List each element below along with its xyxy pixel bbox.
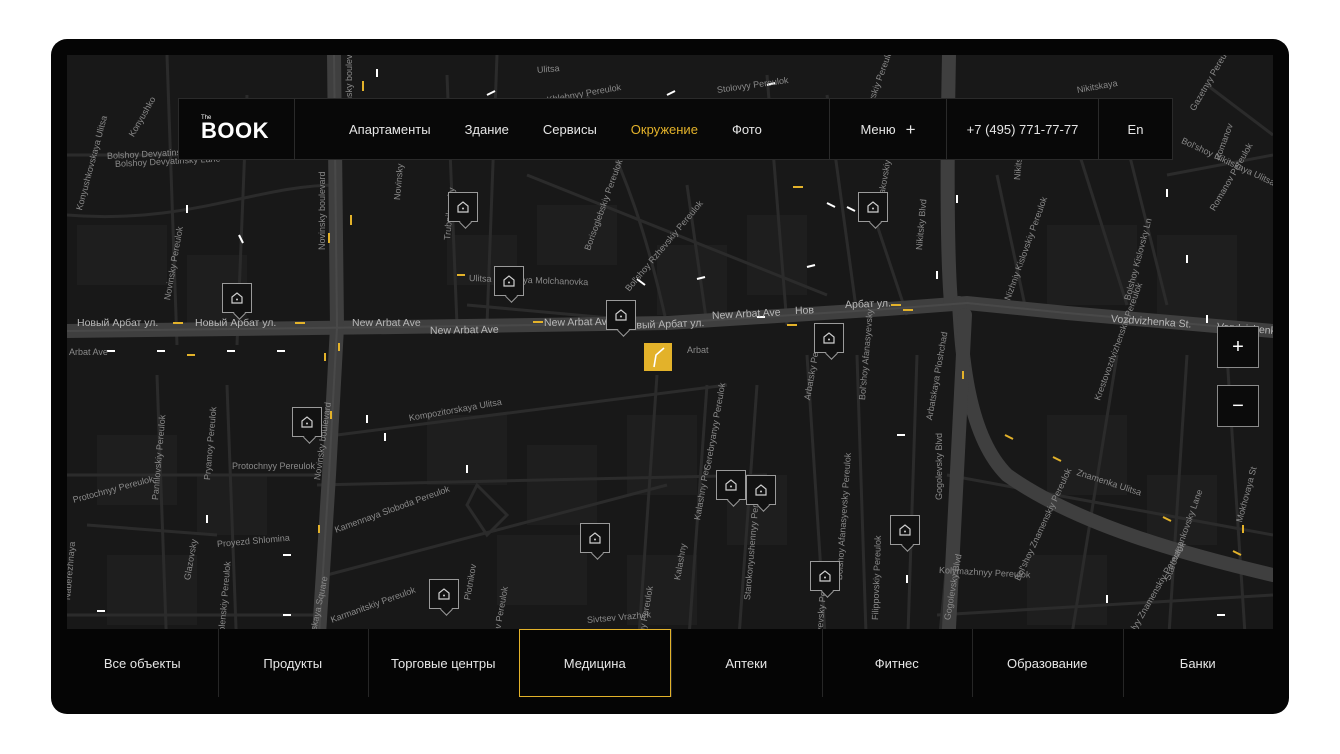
poi-marker[interactable] [222, 283, 252, 313]
tab-shopping-centers[interactable]: Торговые центры [368, 629, 519, 697]
house-icon [725, 479, 737, 491]
nav-apartments[interactable]: Апартаменты [349, 122, 431, 137]
zoom-out-button[interactable]: − [1217, 385, 1259, 427]
category-tabs: Все объекты Продукты Торговые центры Мед… [67, 629, 1273, 697]
house-icon [503, 275, 515, 287]
nav-building[interactable]: Здание [465, 122, 509, 137]
main-menu: Апартаменты Здание Сервисы Окружение Фот… [295, 99, 829, 159]
tab-fitness[interactable]: Фитнес [821, 629, 973, 697]
zoom-in-button[interactable]: + [1217, 326, 1259, 368]
tab-pharmacies[interactable]: Аптеки [671, 629, 822, 697]
house-icon [755, 484, 767, 496]
book-logo-icon [653, 347, 665, 368]
poi-marker[interactable] [448, 192, 478, 222]
logo-text: BOOK [201, 118, 269, 143]
house-icon [823, 332, 835, 344]
house-icon [615, 309, 627, 321]
tab-education[interactable]: Образование [972, 629, 1123, 697]
house-icon [819, 570, 831, 582]
house-icon [301, 416, 313, 428]
house-icon [899, 524, 911, 536]
nav-photo[interactable]: Фото [732, 122, 762, 137]
poi-marker[interactable] [814, 323, 844, 353]
poi-marker[interactable] [494, 266, 524, 296]
tab-banks[interactable]: Банки [1122, 629, 1274, 697]
poi-marker[interactable] [858, 192, 888, 222]
poi-marker[interactable] [746, 475, 776, 505]
plus-icon: + [905, 119, 916, 139]
poi-marker[interactable] [580, 523, 610, 553]
poi-marker[interactable] [606, 300, 636, 330]
nav-surroundings[interactable]: Окружение [631, 122, 698, 137]
poi-marker[interactable] [890, 515, 920, 545]
book-logo[interactable]: The BOOK [179, 99, 295, 159]
poi-marker[interactable] [429, 579, 459, 609]
house-icon [231, 292, 243, 304]
tab-medicine[interactable]: Медицина [518, 629, 671, 697]
nav-services[interactable]: Сервисы [543, 122, 597, 137]
top-navbar: The BOOK Апартаменты Здание Сервисы Окру… [178, 98, 1173, 160]
tab-groceries[interactable]: Продукты [217, 629, 369, 697]
phone-link[interactable]: +7 (495) 771-77-77 [946, 99, 1098, 159]
menu-button-label: Меню [860, 121, 896, 137]
building-location-pin[interactable] [644, 343, 672, 371]
house-icon [438, 588, 450, 600]
language-switch[interactable]: En [1098, 99, 1172, 159]
poi-marker[interactable] [810, 561, 840, 591]
house-icon [867, 201, 879, 213]
menu-button[interactable]: Меню + [829, 99, 946, 159]
tab-all-objects[interactable]: Все объекты [67, 629, 218, 697]
house-icon [589, 532, 601, 544]
house-icon [457, 201, 469, 213]
poi-marker[interactable] [292, 407, 322, 437]
poi-marker[interactable] [716, 470, 746, 500]
app-frame: Новый Арбат ул. Новый Арбат ул. New Arbat … [51, 39, 1289, 714]
